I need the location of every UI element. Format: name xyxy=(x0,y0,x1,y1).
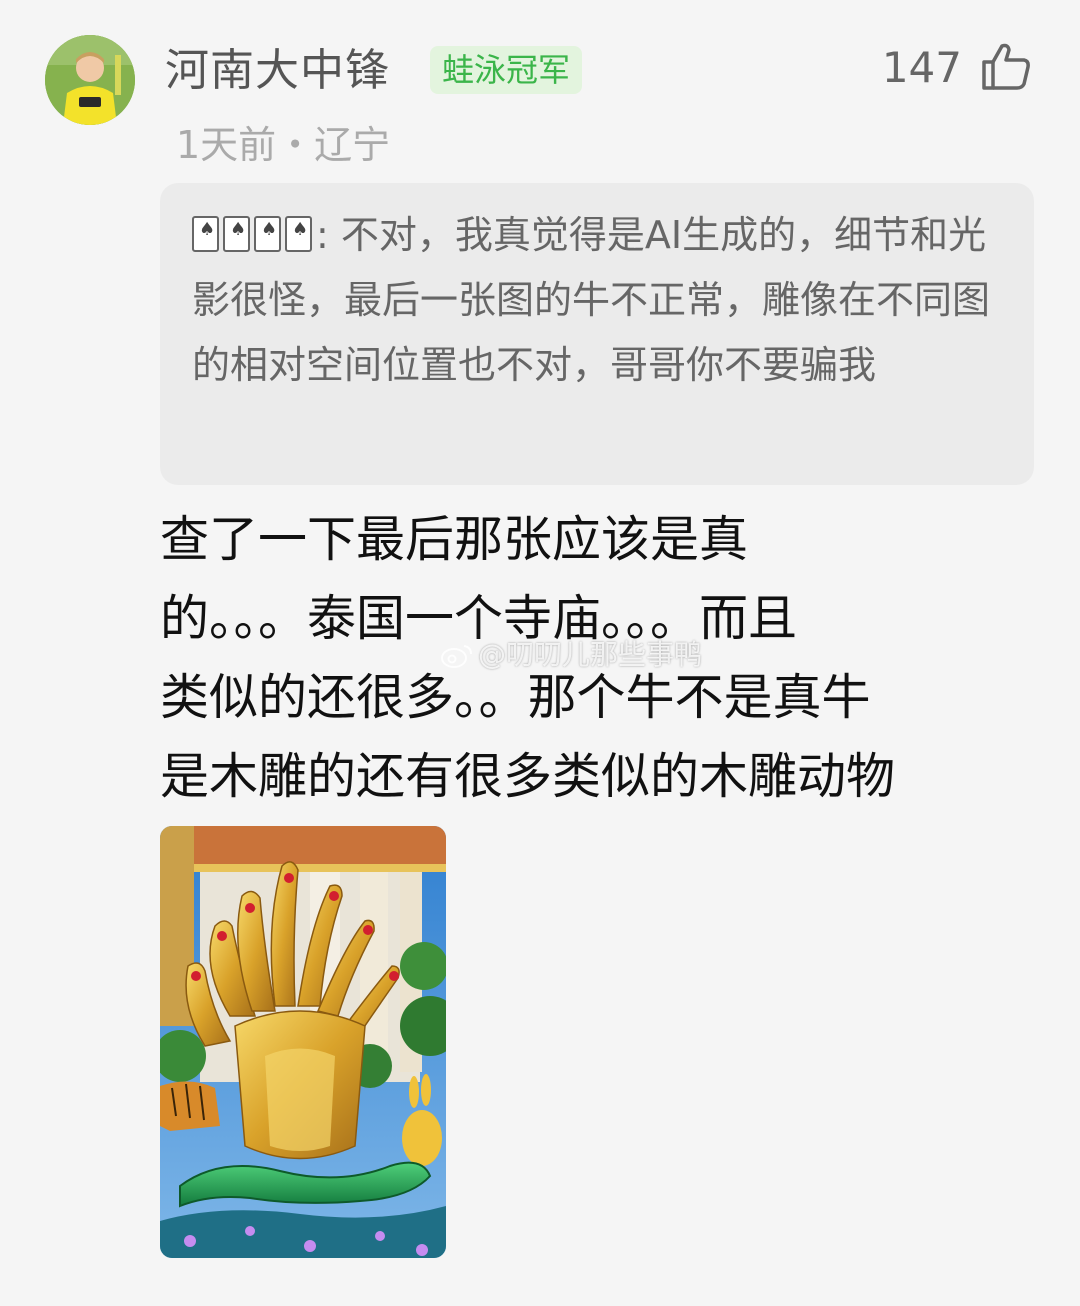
reply-line: 是木雕的还有很多类似的木雕动物 xyxy=(160,748,896,805)
like-count: 147 xyxy=(881,43,962,92)
watermark: @叨叨儿那些事鸭 xyxy=(440,637,702,673)
user-badge: 蛙泳冠军 xyxy=(430,46,583,94)
card-icon xyxy=(223,216,250,252)
quoted-author[interactable] xyxy=(192,213,316,257)
avatar-image xyxy=(45,35,135,125)
reply-line: 查了一下最后那张应该是真 xyxy=(160,511,749,568)
card-icon xyxy=(254,216,281,252)
username[interactable]: 河南大中锋 xyxy=(165,43,390,99)
card-icon xyxy=(285,216,312,252)
avatar[interactable] xyxy=(45,35,135,125)
quoted-comment[interactable]: : 不对，我真觉得是AI生成的，细节和光影很怪，最后一张图的牛不正常，雕像在不同… xyxy=(160,183,1034,485)
watermark-text: @叨叨儿那些事鸭 xyxy=(478,638,703,671)
time-location: 1天前・辽宁 xyxy=(176,123,391,167)
temple-naga-photo xyxy=(160,826,446,1258)
thumbs-up-icon[interactable] xyxy=(980,40,1032,92)
weibo-icon xyxy=(441,645,472,668)
comment-photo[interactable] xyxy=(160,826,446,1258)
card-icon xyxy=(192,216,219,252)
